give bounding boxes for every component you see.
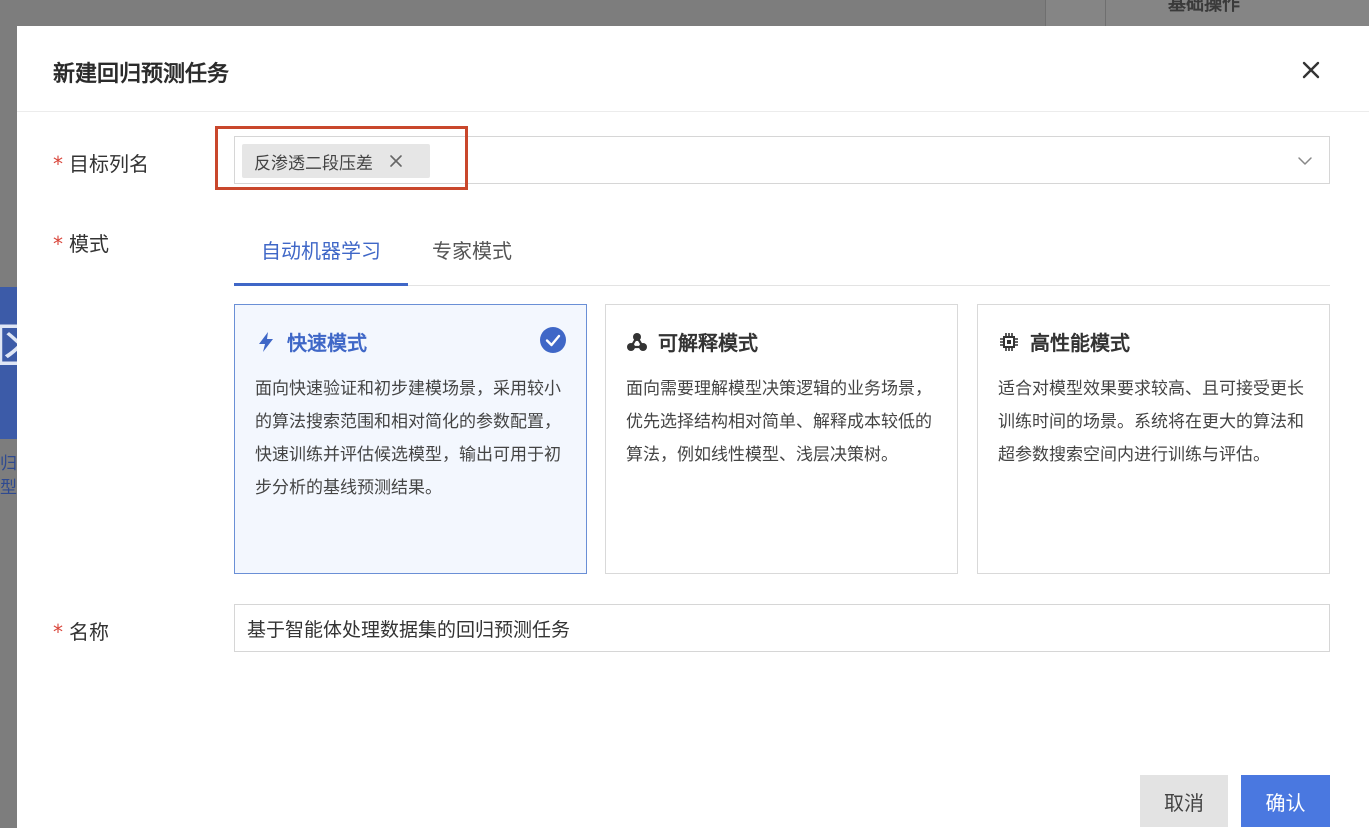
mode-card-high-performance[interactable]: 高性能模式 适合对模型效果要求较高、且可接受更长训练时间的场景。系统将在更大的算… (977, 304, 1330, 574)
required-mark: * (53, 232, 63, 256)
tag-remove-icon[interactable] (389, 154, 403, 168)
close-button[interactable] (1297, 56, 1325, 84)
selected-tag: 反渗透二段压差 (242, 144, 430, 178)
new-regression-task-dialog: 新建回归预测任务 *目标列名 反渗透二段压差 *模式 自动机器学习 专家模式 (17, 26, 1369, 828)
check-circle-icon (540, 327, 566, 353)
name-label-text: 名称 (69, 620, 109, 644)
background-card-label-line: 型预 (0, 478, 17, 498)
mode-card-fast[interactable]: 快速模式 面向快速验证和初步建模场景，采用较小的算法搜索范围和相对简化的参数配置… (234, 304, 587, 574)
dialog-header: 新建回归预测任务 (17, 26, 1369, 112)
mode-label: * 模式 (53, 228, 109, 257)
required-mark: * (53, 152, 63, 176)
lightning-icon (259, 331, 273, 352)
mode-card-interpretable[interactable]: 可解释模式 面向需要理解模型决策逻辑的业务场景，优先选择结构相对简单、解释成本较… (605, 304, 958, 574)
task-name-input[interactable] (234, 604, 1330, 652)
card-description: 面向快速验证和初步建模场景，采用较小的算法搜索范围和相对简化的参数配置，快速训练… (255, 379, 561, 498)
card-title: 可解释模式 (658, 331, 758, 355)
card-title: 高性能模式 (1030, 331, 1130, 355)
chevron-down-icon[interactable] (1297, 153, 1313, 169)
card-description: 适合对模型效果要求较高、且可接受更长训练时间的场景。系统将在更大的算法和超参数搜… (998, 379, 1304, 465)
required-mark: * (53, 620, 63, 644)
tab-expert-mode[interactable]: 专家模式 (432, 226, 512, 286)
mode-tabs: 自动机器学习 专家模式 (234, 226, 1330, 286)
card-title: 快速模式 (287, 331, 367, 355)
target-column-label-text: 目标列名 (69, 152, 149, 176)
background-card-label: 归预 型预 (0, 452, 17, 500)
background-heading: 基础操作 (1168, 0, 1240, 15)
card-header: 快速模式 (255, 327, 367, 356)
background-card-label-line: 归预 (0, 454, 17, 474)
target-column-select[interactable]: 反渗透二段压差 (234, 136, 1330, 184)
tab-automl[interactable]: 自动机器学习 (234, 226, 408, 286)
background-card-image: 区 (0, 287, 42, 439)
chip-icon (1000, 332, 1018, 351)
close-icon (1302, 61, 1320, 79)
card-header: 高性能模式 (998, 327, 1130, 356)
name-label: * 名称 (53, 616, 109, 645)
cancel-button[interactable]: 取消 (1140, 775, 1228, 827)
mode-label-text: 模式 (69, 232, 109, 256)
target-column-label: * 目标列名 (53, 148, 149, 177)
selected-tag-label: 反渗透二段压差 (254, 153, 373, 174)
dialog-title: 新建回归预测任务 (53, 62, 230, 87)
card-description: 面向需要理解模型决策逻辑的业务场景，优先选择结构相对简单、解释成本较低的算法，例… (626, 379, 932, 465)
confirm-button[interactable]: 确认 (1241, 775, 1330, 827)
network-nodes-icon (627, 332, 647, 351)
card-header: 可解释模式 (626, 327, 758, 356)
